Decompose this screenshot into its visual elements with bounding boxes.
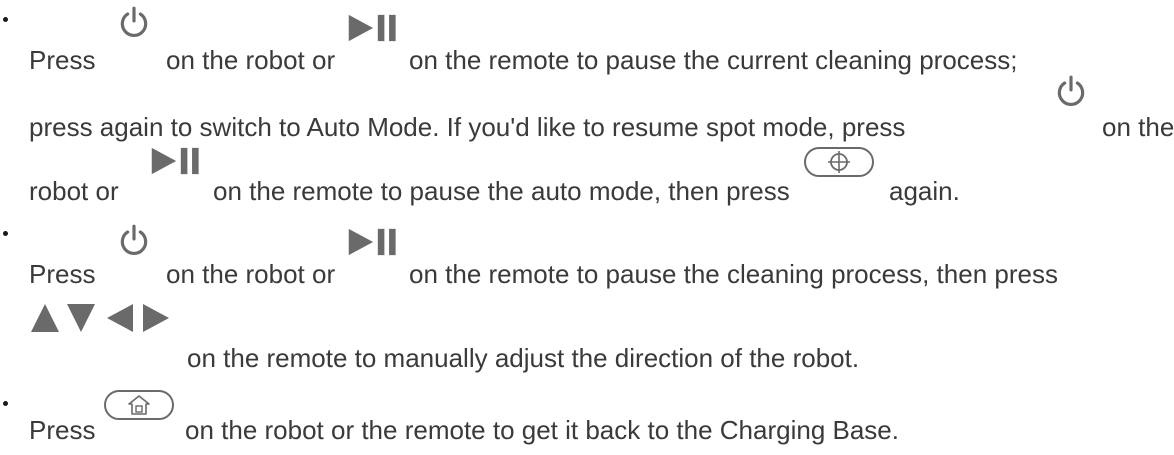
instruction-text: on the robot or the remote to get it bac…: [185, 415, 899, 445]
instruction-text: on the robot or: [166, 259, 336, 289]
instruction-text: again.: [889, 176, 960, 206]
instruction-text: on the robot or: [166, 45, 336, 75]
play-pause-icon: [348, 14, 396, 42]
instruction-text: on the remote to pause the cleaning proc…: [409, 259, 1058, 289]
play-pause-icon: [348, 228, 396, 256]
power-icon: [1057, 75, 1085, 106]
bullet-marker: [3, 401, 8, 406]
power-icon: [120, 224, 148, 255]
home-button-icon: [104, 390, 174, 420]
play-pause-icon: [151, 147, 199, 175]
spot-mode-button-icon: [804, 147, 874, 177]
instruction-text: on the remote to pause the current clean…: [409, 45, 1018, 75]
direction-arrows-icon: [31, 304, 169, 332]
power-icon: [120, 6, 148, 37]
instruction-text: on the remote to pause the auto mode, th…: [213, 176, 790, 206]
instruction-text: Press: [29, 259, 96, 289]
instruction-text: robot or: [29, 176, 119, 206]
instruction-text: Press: [29, 45, 96, 75]
instruction-text: on the: [1102, 112, 1174, 142]
bullet-marker: [3, 231, 8, 236]
instruction-text: Press: [29, 415, 96, 445]
bullet-marker: [3, 17, 8, 22]
instruction-text: on the remote to manually adjust the dir…: [187, 343, 860, 373]
instruction-text: press again to switch to Auto Mode. If y…: [29, 112, 906, 142]
